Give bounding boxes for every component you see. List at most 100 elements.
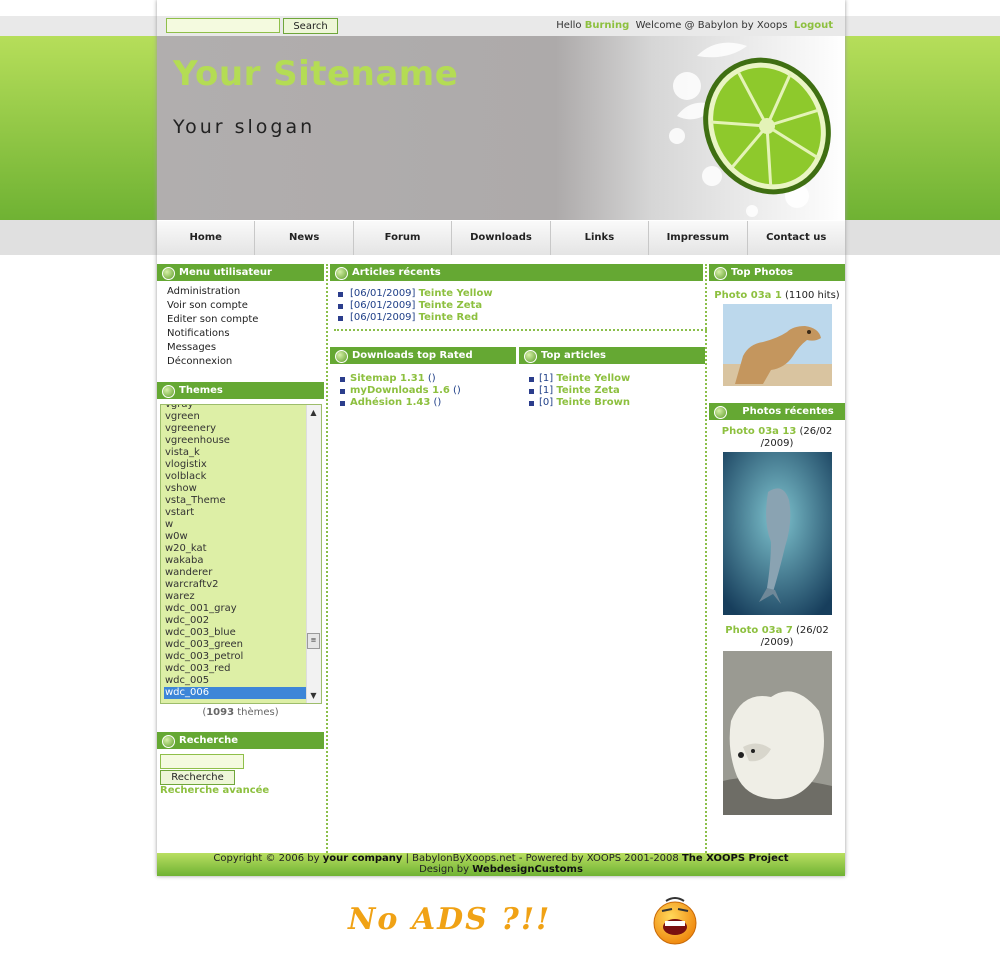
theme-option[interactable]: wdc_003_red — [164, 663, 321, 675]
themes-list: vgray vgreen vgreenery vgreenhouse vista_k vl… — [161, 405, 321, 699]
theme-option[interactable]: warcraftv2 — [164, 579, 321, 591]
top-search-button[interactable]: Search — [283, 18, 338, 34]
download-link[interactable]: Sitemap 1.31 — [350, 373, 425, 384]
lime-splash-image — [669, 42, 831, 217]
menu-item-administration[interactable]: Administration — [167, 285, 324, 299]
theme-option[interactable]: wdc_006 — [164, 687, 321, 699]
polar-bear-photo[interactable] — [722, 651, 832, 815]
footer-line-2: Design by WebdesignCustoms — [157, 864, 845, 875]
nav-contact[interactable]: Contact us — [748, 221, 845, 255]
menu-item-notifications[interactable]: Notifications — [167, 327, 324, 341]
page-container: Search Hello Burning Welcome @ Babylon b… — [157, 0, 845, 876]
site-header: Your Sitename Your slogan — [157, 36, 845, 220]
photo-caption: Photo 03a 13 (26/02 /2009) — [709, 426, 845, 450]
list-item: [0] Teinte Brown — [529, 397, 705, 409]
company-link[interactable]: your company — [323, 853, 403, 864]
welcome-text: Welcome @ Babylon by Xoops — [635, 20, 788, 31]
nav-home[interactable]: Home — [157, 221, 256, 255]
menu-utilisateur-header: Menu utilisateur — [157, 264, 324, 281]
list-item: [1] Teinte Yellow — [529, 373, 705, 385]
downloads-top-block: Downloads top Rated Sitemap 1.31 () myDo… — [330, 347, 516, 409]
themes-count-number: 1093 — [206, 707, 235, 718]
theme-option[interactable]: w20_kat — [164, 543, 321, 555]
theme-option[interactable]: wdc_003_petrol — [164, 651, 321, 663]
article-date: [06/01/2009] — [350, 312, 416, 323]
theme-option[interactable]: wdc_005 — [164, 675, 321, 687]
scroll-down-arrow-icon[interactable]: ▼ — [306, 688, 321, 703]
theme-option[interactable]: warez — [164, 591, 321, 603]
article-link[interactable]: Teinte Yellow — [419, 288, 493, 299]
copyright-text: Copyright © 2006 by — [213, 853, 320, 864]
themes-count: (1093 thèmes) — [202, 707, 279, 718]
photo-caption: Photo 03a 1 (1100 hits) — [709, 290, 845, 302]
site-name[interactable]: Your Sitename — [173, 54, 458, 94]
theme-option[interactable]: wdc_001_gray — [164, 603, 321, 615]
theme-option[interactable]: vgreenhouse — [164, 435, 321, 447]
menu-item-deconnexion[interactable]: Déconnexion — [167, 355, 324, 369]
article-link[interactable]: Teinte Yellow — [556, 373, 630, 384]
downloads-top-list: Sitemap 1.31 () myDownloads 1.6 () Adhés… — [330, 364, 516, 409]
nav-links[interactable]: Links — [551, 221, 650, 255]
hello-text: Hello — [556, 20, 582, 31]
photo-link[interactable]: Photo 03a 1 — [714, 290, 782, 301]
list-item: Adhésion 1.43 () — [340, 397, 516, 409]
theme-option[interactable]: vstart — [164, 507, 321, 519]
theme-option[interactable]: w0w — [164, 531, 321, 543]
recherche-avancee-link[interactable]: Recherche avancée — [160, 785, 269, 796]
theme-option[interactable]: wanderer — [164, 567, 321, 579]
download-link[interactable]: myDownloads 1.6 — [350, 385, 450, 396]
theme-option[interactable]: volblack — [164, 471, 321, 483]
list-item: [06/01/2009] Teinte Red — [338, 312, 705, 324]
scroll-up-arrow-icon[interactable]: ▲ — [306, 405, 321, 420]
designer-link[interactable]: WebdesignCustoms — [472, 864, 583, 875]
article-link[interactable]: Teinte Red — [419, 312, 479, 323]
article-link[interactable]: Teinte Zeta — [556, 385, 619, 396]
recherche-input[interactable] — [160, 754, 244, 769]
menu-item-voir-compte[interactable]: Voir son compte — [167, 299, 324, 313]
download-link[interactable]: Adhésion 1.43 — [350, 397, 430, 408]
center-column: Articles récents [06/01/2009] Teinte Yel… — [326, 264, 707, 853]
logout-link[interactable]: Logout — [794, 20, 833, 31]
photo-link[interactable]: Photo 03a 7 — [725, 625, 793, 636]
theme-option[interactable]: w — [164, 519, 321, 531]
nav-forum[interactable]: Forum — [354, 221, 453, 255]
theme-option[interactable]: wakaba — [164, 555, 321, 567]
theme-option[interactable]: vlogistix — [164, 459, 321, 471]
theme-option[interactable]: wdc_003_blue — [164, 627, 321, 639]
theme-option[interactable]: vgray — [164, 405, 321, 411]
theme-option[interactable]: vsta_Theme — [164, 495, 321, 507]
top-search-input[interactable] — [166, 18, 280, 33]
theme-option[interactable]: vgreen — [164, 411, 321, 423]
nav-downloads[interactable]: Downloads — [452, 221, 551, 255]
recherche-button[interactable]: Recherche — [160, 770, 235, 785]
article-link[interactable]: Teinte Zeta — [419, 300, 482, 311]
dolphin-photo[interactable] — [722, 452, 832, 615]
article-date: [06/01/2009] — [350, 300, 416, 311]
top-articles-header: Top articles — [519, 347, 705, 364]
article-count: [1] — [539, 373, 554, 384]
menu-item-messages[interactable]: Messages — [167, 341, 324, 355]
top-articles-block: Top articles [1] Teinte Yellow [1] Teint… — [519, 347, 705, 409]
scroll-thumb[interactable]: ≡ — [307, 633, 320, 649]
screaming-smiley-icon — [653, 897, 697, 945]
article-link[interactable]: Teinte Brown — [556, 397, 630, 408]
user-menu: Administration Voir son compte Editer so… — [157, 281, 324, 369]
menu-item-editer-compte[interactable]: Editer son compte — [167, 313, 324, 327]
theme-option[interactable]: vshow — [164, 483, 321, 495]
recherche-header: Recherche — [157, 732, 324, 749]
themes-scrollbar[interactable]: ▲ ≡ ▼ — [306, 405, 321, 703]
footer-line-1: Copyright © 2006 by your company | Babyl… — [157, 853, 845, 864]
theme-option[interactable]: vgreenery — [164, 423, 321, 435]
nav-impressum[interactable]: Impressum — [649, 221, 748, 255]
theme-option[interactable]: wdc_002 — [164, 615, 321, 627]
theme-option[interactable]: vista_k — [164, 447, 321, 459]
no-ads-text: No ADS ?!! — [348, 902, 552, 937]
themes-listbox[interactable]: vgray vgreen vgreenery vgreenhouse vista_k vl… — [160, 404, 322, 704]
camel-photo[interactable] — [722, 304, 832, 386]
username-link[interactable]: Burning — [585, 20, 630, 31]
nav-news[interactable]: News — [255, 221, 354, 255]
xoops-project-link[interactable]: The XOOPS Project — [682, 853, 789, 864]
photo-info: (1100 hits) — [785, 290, 840, 301]
photo-link[interactable]: Photo 03a 13 — [722, 426, 797, 437]
theme-option[interactable]: wdc_003_green — [164, 639, 321, 651]
